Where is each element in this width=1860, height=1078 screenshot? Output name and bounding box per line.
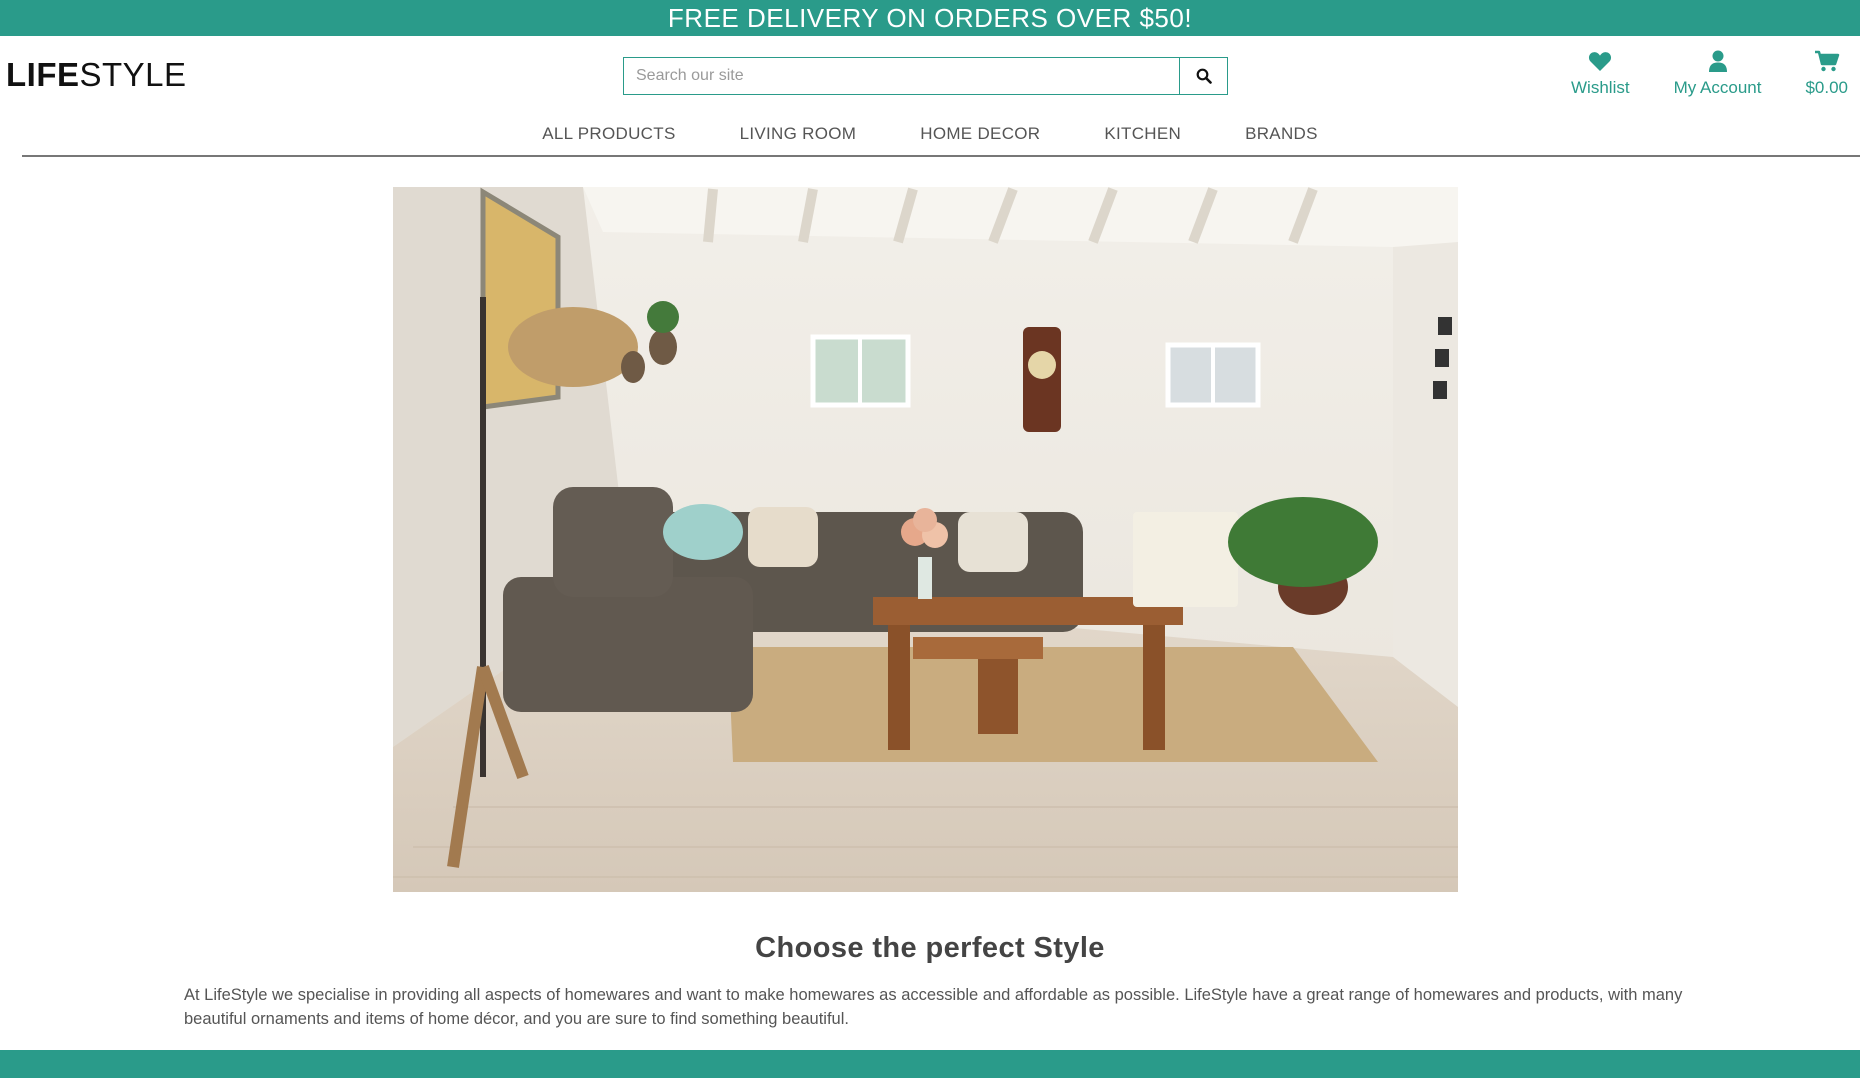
section-heading: Choose the perfect Style — [755, 932, 1105, 964]
intro-text: At LifeStyle we specialise in providing … — [184, 986, 1683, 1028]
logo-bold: LIFE — [6, 56, 80, 93]
site-logo[interactable]: LIFESTYLE — [6, 56, 187, 94]
wishlist-link[interactable]: Wishlist — [1571, 50, 1630, 98]
search-icon — [1196, 68, 1212, 84]
footer-bar — [0, 1050, 1860, 1078]
logo-regular: STYLE — [79, 56, 187, 93]
nav-all-products[interactable]: ALL PRODUCTS — [542, 124, 675, 144]
nav-divider — [22, 155, 1860, 157]
search-form — [623, 57, 1228, 95]
search-button[interactable] — [1179, 58, 1227, 94]
nav-living-room[interactable]: LIVING ROOM — [740, 124, 857, 144]
my-account-link[interactable]: My Account — [1673, 50, 1762, 98]
cart-icon — [1814, 50, 1839, 72]
wishlist-label: Wishlist — [1571, 78, 1630, 97]
cart-total: $0.00 — [1805, 78, 1848, 97]
cart-link[interactable]: $0.00 — [1805, 50, 1848, 98]
promo-banner: FREE DELIVERY ON ORDERS OVER $50! — [0, 0, 1860, 36]
nav-kitchen[interactable]: KITCHEN — [1104, 124, 1181, 144]
my-account-label: My Account — [1673, 78, 1762, 97]
living-room-illustration — [393, 187, 1458, 892]
nav-brands[interactable]: BRANDS — [1245, 124, 1318, 144]
account-links: Wishlist My Account $0.00 — [1527, 50, 1848, 98]
main-nav: ALL PRODUCTS LIVING ROOM HOME DECOR KITC… — [0, 124, 1860, 144]
user-icon — [1708, 50, 1727, 72]
nav-home-decor[interactable]: HOME DECOR — [920, 124, 1040, 144]
heart-icon — [1589, 52, 1612, 71]
search-input[interactable] — [624, 58, 1179, 94]
hero-image — [393, 187, 1458, 892]
